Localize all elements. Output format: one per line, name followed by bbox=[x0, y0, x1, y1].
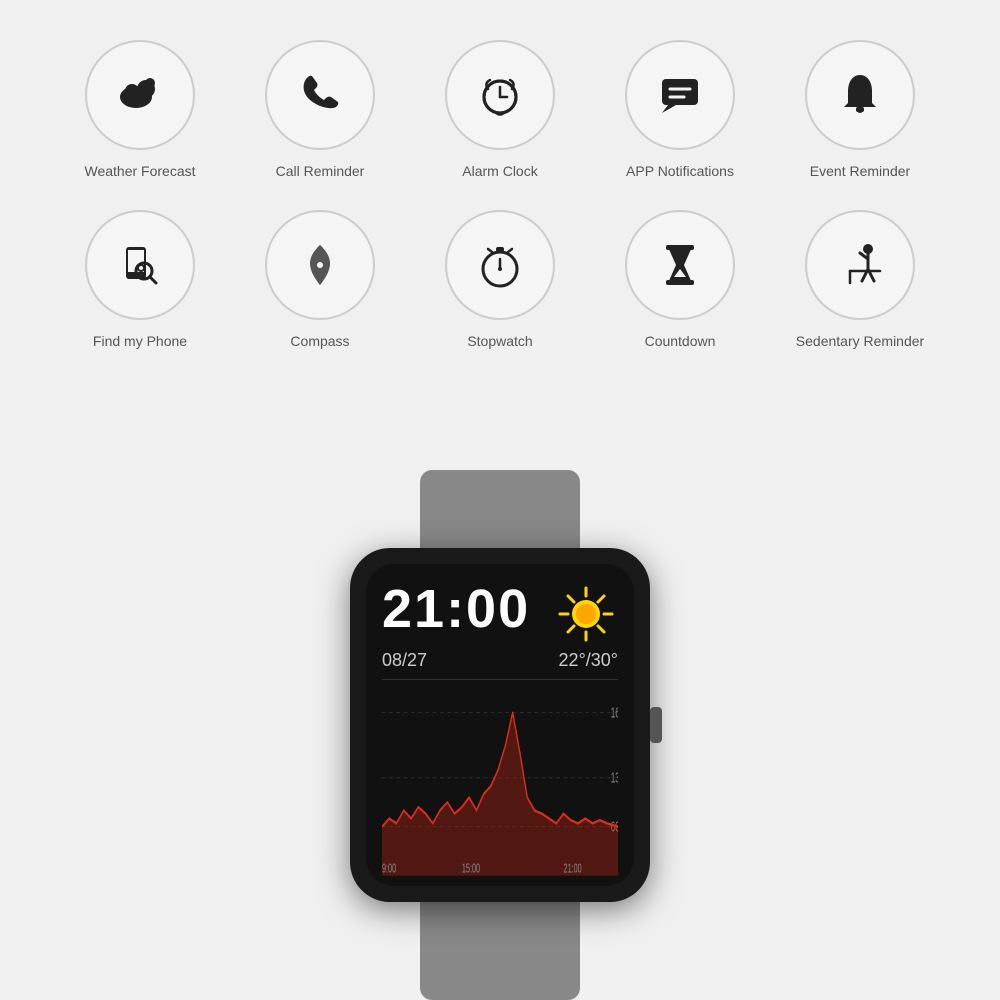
watch-temp: 22°/30° bbox=[559, 650, 618, 671]
sedentary-icon bbox=[834, 239, 886, 291]
countdown-icon-circle bbox=[625, 210, 735, 320]
strap-bottom bbox=[420, 900, 580, 1000]
sedentary-reminder-label: Sedentary Reminder bbox=[796, 332, 924, 350]
svg-text:15:00: 15:00 bbox=[462, 862, 480, 876]
crown-button bbox=[650, 707, 662, 743]
compass-icon bbox=[294, 239, 346, 291]
alarm-clock-label: Alarm Clock bbox=[462, 162, 537, 180]
find-phone-icon-circle bbox=[85, 210, 195, 320]
strap-top bbox=[420, 470, 580, 550]
feature-alarm-clock: Alarm Clock bbox=[425, 40, 575, 180]
call-reminder-label: Call Reminder bbox=[276, 162, 365, 180]
feature-compass: Compass bbox=[245, 210, 395, 350]
stopwatch-label: Stopwatch bbox=[467, 332, 532, 350]
watch-body: 21:00 bbox=[350, 548, 650, 902]
sun-icon bbox=[554, 582, 618, 646]
weather-forecast-label: Weather Forecast bbox=[84, 162, 195, 180]
features-row-2: Find my Phone Compass bbox=[65, 210, 935, 350]
event-reminder-label: Event Reminder bbox=[810, 162, 910, 180]
feature-app-notifications: APP Notifications bbox=[605, 40, 755, 180]
time-weather-row: 21:00 bbox=[382, 582, 618, 646]
find-my-phone-label: Find my Phone bbox=[93, 332, 187, 350]
call-icon bbox=[294, 69, 346, 121]
features-row-1: Weather Forecast Call Reminder bbox=[65, 40, 935, 180]
compass-label: Compass bbox=[290, 332, 349, 350]
svg-text:9:00: 9:00 bbox=[382, 862, 396, 876]
chart-svg: 160 130 60 9:00 15:00 21:00 bbox=[382, 680, 618, 876]
date-temp-row: 08/27 22°/30° bbox=[382, 650, 618, 671]
watch-screen: 21:00 bbox=[366, 564, 634, 886]
weather-forecast-icon-circle bbox=[85, 40, 195, 150]
alarm-clock-icon-circle bbox=[445, 40, 555, 150]
sedentary-icon-circle bbox=[805, 210, 915, 320]
app-notifications-icon-circle bbox=[625, 40, 735, 150]
feature-countdown: Countdown bbox=[605, 210, 755, 350]
svg-text:160: 160 bbox=[611, 704, 618, 721]
stopwatch-icon-circle bbox=[445, 210, 555, 320]
watch-section: 21:00 bbox=[0, 480, 1000, 1000]
features-section: Weather Forecast Call Reminder bbox=[0, 0, 1000, 360]
notification-icon bbox=[654, 69, 706, 121]
feature-event-reminder: Event Reminder bbox=[785, 40, 935, 180]
call-reminder-icon-circle bbox=[265, 40, 375, 150]
feature-stopwatch: Stopwatch bbox=[425, 210, 575, 350]
watch-date: 08/27 bbox=[382, 650, 427, 671]
app-notifications-label: APP Notifications bbox=[626, 162, 734, 180]
svg-text:21:00: 21:00 bbox=[564, 862, 582, 876]
find-phone-icon bbox=[114, 239, 166, 291]
stopwatch-icon bbox=[474, 239, 526, 291]
bell-icon bbox=[834, 69, 886, 121]
heart-rate-chart: 160 130 60 9:00 15:00 21:00 bbox=[382, 679, 618, 876]
svg-text:130: 130 bbox=[611, 770, 618, 787]
feature-call-reminder: Call Reminder bbox=[245, 40, 395, 180]
watch-time: 21:00 bbox=[382, 582, 530, 636]
countdown-icon bbox=[654, 239, 706, 291]
watch-container: 21:00 bbox=[300, 470, 700, 1000]
feature-sedentary-reminder: Sedentary Reminder bbox=[785, 210, 935, 350]
compass-icon-circle bbox=[265, 210, 375, 320]
alarm-icon bbox=[474, 69, 526, 121]
weather-icon bbox=[114, 69, 166, 121]
feature-weather-forecast: Weather Forecast bbox=[65, 40, 215, 180]
countdown-label: Countdown bbox=[645, 332, 716, 350]
event-reminder-icon-circle bbox=[805, 40, 915, 150]
feature-find-my-phone: Find my Phone bbox=[65, 210, 215, 350]
